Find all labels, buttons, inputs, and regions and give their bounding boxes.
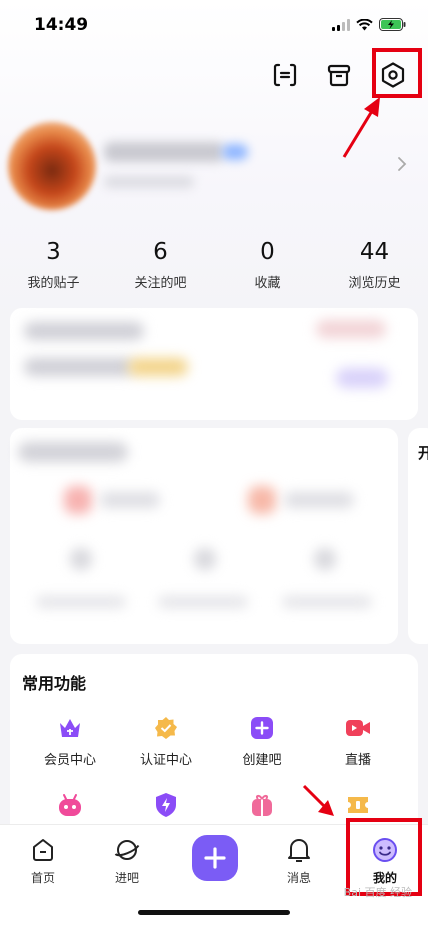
arrow-to-mine-tab-icon <box>302 784 334 816</box>
live-label: 直播 <box>344 753 371 768</box>
blur-block <box>282 596 372 608</box>
blur-block <box>64 486 92 514</box>
arrow-to-settings-icon <box>342 97 380 158</box>
plus-icon <box>204 847 226 869</box>
tab-messages[interactable]: 消息 <box>264 835 334 886</box>
status-bar: 14:49 <box>0 0 428 54</box>
blur-block <box>70 548 92 570</box>
blur-block <box>18 442 128 462</box>
blur-block <box>128 358 188 376</box>
stat-posts[interactable]: 3 我的贴子 <box>0 238 107 291</box>
scan-icon <box>273 63 297 87</box>
stat-history[interactable]: 44 浏览历史 <box>321 238 428 291</box>
stat-followed-bars[interactable]: 6 关注的吧 <box>107 238 214 291</box>
stat-value: 3 <box>46 239 61 265</box>
status-time: 14:49 <box>34 15 89 35</box>
side-card[interactable]: 开 <box>408 428 428 644</box>
chevron-right-icon[interactable] <box>394 156 410 172</box>
create-bar-item[interactable]: 创建吧 <box>222 715 302 768</box>
stat-label: 浏览历史 <box>348 276 401 291</box>
box-button[interactable] <box>322 58 356 92</box>
tab-bars-label: 进吧 <box>114 871 139 885</box>
lightning-shield-item[interactable] <box>126 792 206 826</box>
gift-icon <box>252 795 272 816</box>
settings-highlight-box <box>372 48 422 98</box>
wifi-icon <box>356 18 373 30</box>
blur-block <box>316 320 386 338</box>
lightning-shield-icon <box>156 793 176 817</box>
create-bar-label: 创建吧 <box>242 753 282 768</box>
video-camera-icon <box>346 720 370 736</box>
stat-favorites[interactable]: 0 收藏 <box>214 238 321 291</box>
common-functions-title: 常用功能 <box>22 674 87 693</box>
crown-icon <box>60 719 80 737</box>
stat-value: 44 <box>359 239 390 265</box>
badge-blurred <box>222 144 248 160</box>
member-center-label: 会员中心 <box>43 753 96 768</box>
scan-button[interactable] <box>268 58 302 92</box>
member-center-item[interactable]: 会员中心 <box>30 715 110 768</box>
blur-block <box>36 596 126 608</box>
ticket-icon <box>348 797 368 813</box>
bell-icon <box>288 839 310 862</box>
stat-value: 0 <box>260 239 275 265</box>
tab-messages-label: 消息 <box>286 871 311 885</box>
blur-block <box>336 368 388 388</box>
blur-block <box>284 492 354 508</box>
planet-icon <box>114 840 140 860</box>
blur-block <box>194 548 216 570</box>
blur-block <box>24 358 134 376</box>
robot-item[interactable] <box>30 792 110 826</box>
robot-icon <box>59 794 81 816</box>
blur-block <box>100 492 160 508</box>
blur-block <box>158 596 248 608</box>
stat-label: 我的贴子 <box>27 276 80 291</box>
home-icon <box>33 839 53 861</box>
membership-card-blurred[interactable] <box>10 308 418 420</box>
stat-value: 6 <box>153 239 168 265</box>
user-meta-blurred <box>104 176 194 188</box>
stat-label: 收藏 <box>254 276 281 291</box>
stat-label: 关注的吧 <box>134 276 187 291</box>
live-item[interactable]: 直播 <box>318 715 398 768</box>
username-blurred <box>104 142 224 162</box>
blur-block <box>314 548 336 570</box>
watermark: Bai 百度 经验 <box>343 886 412 899</box>
status-icons <box>332 18 406 31</box>
home-indicator <box>138 910 290 915</box>
tab-home[interactable]: 首页 <box>8 835 78 886</box>
box-icon <box>327 64 351 87</box>
signal-icon <box>332 18 350 31</box>
gift-item[interactable] <box>222 792 302 826</box>
plus-square-icon <box>251 717 273 739</box>
blur-block <box>248 486 276 514</box>
tab-home-label: 首页 <box>30 871 55 885</box>
badge-check-icon <box>155 717 177 739</box>
side-card-label: 开 <box>418 444 428 462</box>
verification-center-item[interactable]: 认证中心 <box>126 715 206 768</box>
avatar[interactable] <box>8 122 96 210</box>
post-button[interactable] <box>192 835 238 881</box>
verification-center-label: 认证中心 <box>139 753 192 768</box>
tab-bars[interactable]: 进吧 <box>92 835 162 886</box>
battery-charging-icon <box>379 18 406 31</box>
profile-stats: 3 我的贴子 6 关注的吧 0 收藏 44 浏览历史 <box>0 238 428 291</box>
blur-block <box>24 322 144 340</box>
feature-card-blurred[interactable] <box>10 428 398 644</box>
